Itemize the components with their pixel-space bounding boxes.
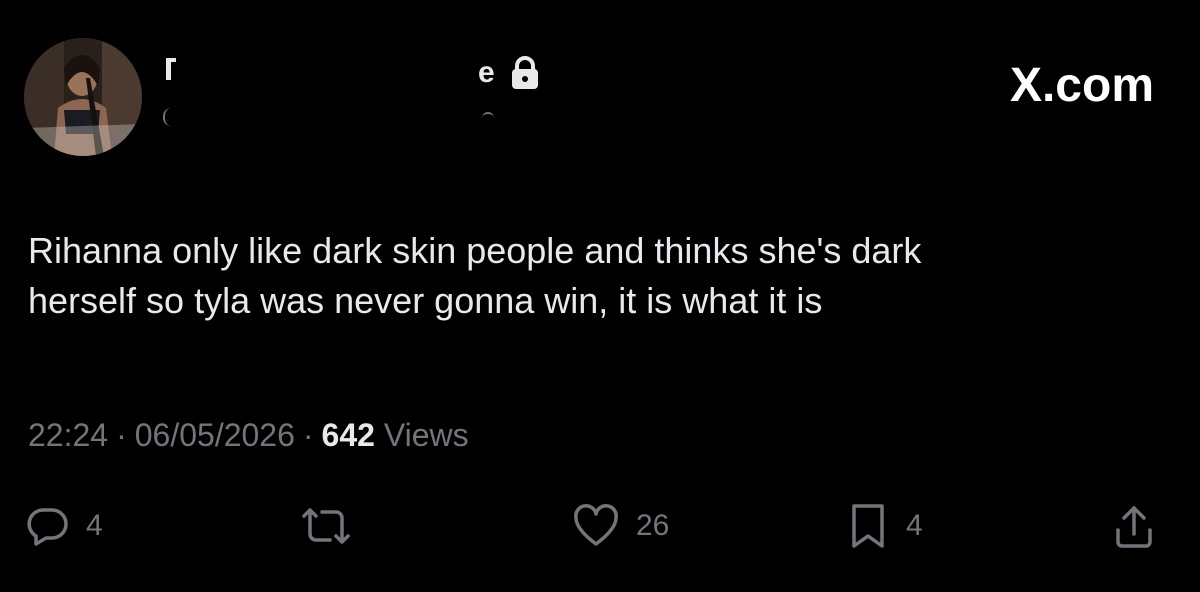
action-bar: 4 26 4 — [0, 496, 1200, 556]
tweet-header: e X.com — [0, 0, 1200, 180]
lock-icon — [506, 54, 544, 92]
handle-fragment — [163, 108, 173, 126]
handle-fragment-end — [482, 112, 494, 122]
heart-icon — [572, 504, 620, 548]
avatar[interactable] — [24, 38, 142, 156]
avatar-photo — [24, 38, 142, 156]
meta-separator: · — [116, 417, 127, 453]
share-upload-icon — [1112, 502, 1156, 550]
tweet-date[interactable]: 06/05/2026 — [135, 417, 295, 453]
retweet-arrows-icon — [296, 504, 356, 548]
share-button[interactable] — [1112, 496, 1156, 556]
views-count[interactable]: 642 — [322, 417, 375, 453]
retweet-button[interactable] — [296, 496, 372, 556]
reply-button[interactable]: 4 — [26, 496, 103, 556]
tweet-time[interactable]: 22:24 — [28, 417, 108, 453]
views-label[interactable]: Views — [384, 417, 469, 453]
tweet-text: Rihanna only like dark skin people and t… — [28, 230, 922, 321]
brand-watermark: X.com — [1009, 59, 1154, 112]
speech-bubble-icon — [26, 504, 70, 548]
display-name-fragment-top — [166, 58, 176, 62]
tweet-meta: 22:24 · 06/05/2026 · 642 Views — [28, 412, 469, 458]
reply-count: 4 — [86, 509, 103, 542]
redacted-area — [156, 40, 506, 130]
bookmark-icon — [846, 502, 890, 550]
meta-separator: · — [302, 417, 314, 453]
bookmark-button[interactable]: 4 — [846, 496, 923, 556]
like-button[interactable]: 26 — [572, 496, 669, 556]
bookmark-count: 4 — [906, 509, 923, 542]
like-count: 26 — [636, 509, 670, 542]
display-name-fragment-end: e — [478, 56, 495, 89]
